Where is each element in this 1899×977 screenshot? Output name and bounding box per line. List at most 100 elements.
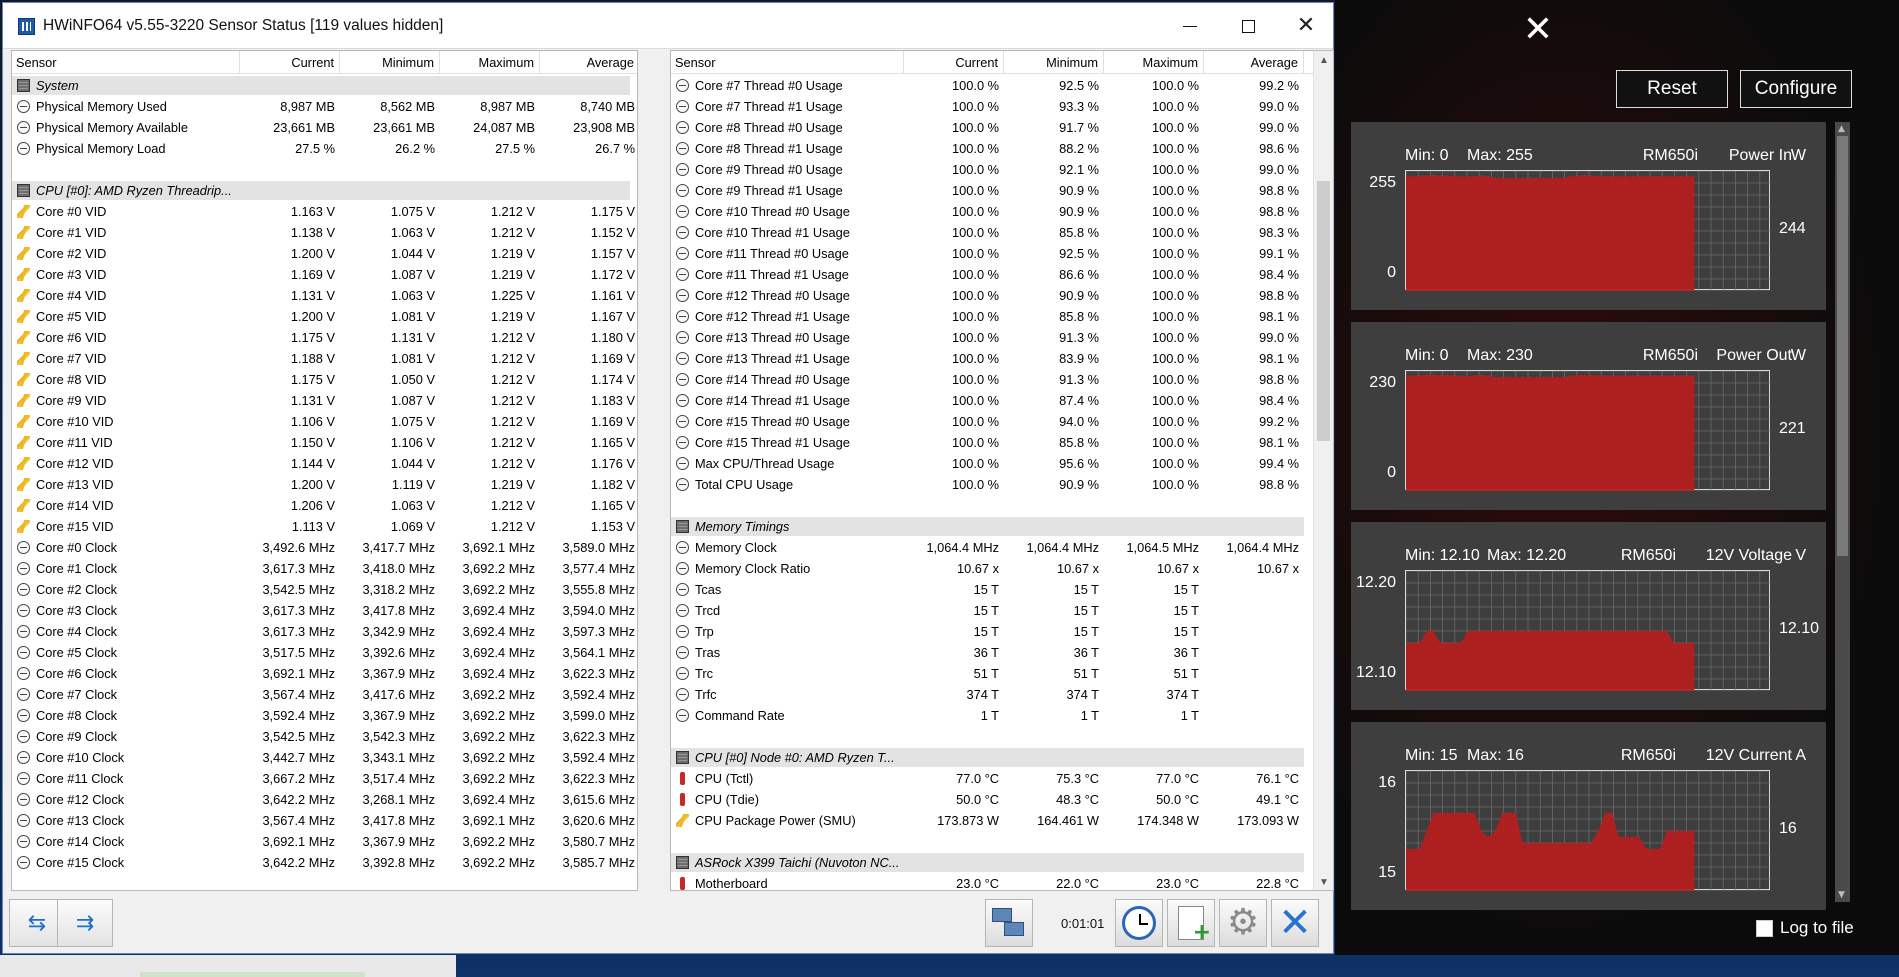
sensor-row[interactable]: Core #3 Clock 3,617.3 MHz 3,417.8 MHz 3,692… <box>12 600 637 621</box>
sensor-row[interactable]: Core #15 Thread #1 Usage 100.0 % 85.8 % 100… <box>671 432 1333 453</box>
sensor-row[interactable]: Core #15 VID 1.113 V 1.069 V 1.212 V 1.153 V <box>12 516 637 537</box>
sensor-row[interactable]: Core #8 Thread #0 Usage 100.0 % 91.7 % 100.… <box>671 117 1333 138</box>
col-maximum[interactable]: Maximum <box>440 51 540 74</box>
sensor-row[interactable]: Core #12 Thread #1 Usage 100.0 % 85.8 % 100… <box>671 306 1333 327</box>
sensor-row[interactable]: Core #11 Clock 3,667.2 MHz 3,517.4 MHz 3,69… <box>12 768 637 789</box>
sensor-graph-card[interactable]: Min: 12.10 Max: 12.20 RM650i 12V Voltage V 12… <box>1351 522 1826 710</box>
sensor-row[interactable]: Core #14 Thread #0 Usage 100.0 % 91.3 % 100… <box>671 369 1333 390</box>
sensor-row[interactable]: Core #15 Clock 3,642.2 MHz 3,392.8 MHz 3,69… <box>12 852 637 873</box>
sensor-row[interactable]: Core #12 VID 1.144 V 1.044 V 1.212 V 1.176 V <box>12 453 637 474</box>
sensor-row[interactable]: Core #3 VID 1.169 V 1.087 V 1.219 V 1.172 V <box>12 264 637 285</box>
sensor-table-right[interactable]: Sensor Current Minimum Maximum Average C… <box>670 50 1334 891</box>
sensor-row[interactable]: Core #12 Clock 3,642.2 MHz 3,268.1 MHz 3,69… <box>12 789 637 810</box>
panel-close-icon[interactable]: ✕ <box>1513 10 1563 50</box>
sensor-row[interactable]: Total CPU Usage 100.0 % 90.9 % 100.0 % 98.8 … <box>671 474 1333 495</box>
sensor-row[interactable]: Max CPU/Thread Usage 100.0 % 95.6 % 100.0 %… <box>671 453 1333 474</box>
sensor-row[interactable]: Core #8 VID 1.175 V 1.050 V 1.212 V 1.174 V <box>12 369 637 390</box>
sensor-row[interactable]: Tcas 15 T 15 T 15 T <box>671 579 1333 600</box>
sensor-row[interactable]: Core #11 VID 1.150 V 1.106 V 1.212 V 1.165 V <box>12 432 637 453</box>
sensor-row[interactable]: Core #2 VID 1.200 V 1.044 V 1.219 V 1.157 V <box>12 243 637 264</box>
vertical-scrollbar[interactable]: ▲ ▼ <box>1313 51 1333 890</box>
sensor-row[interactable]: Memory Clock Ratio 10.67 x 10.67 x 10.67 x 1… <box>671 558 1333 579</box>
sensor-row[interactable]: Core #13 Clock 3,567.4 MHz 3,417.8 MHz 3,69… <box>12 810 637 831</box>
sensor-group-header[interactable]: System <box>12 75 637 96</box>
reset-button[interactable]: Reset <box>1616 70 1728 108</box>
sensor-row[interactable]: Core #11 Thread #1 Usage 100.0 % 86.6 % 100… <box>671 264 1333 285</box>
close-button[interactable]: ✕ <box>1277 3 1335 49</box>
sensor-row[interactable]: Command Rate 1 T 1 T 1 T <box>671 705 1333 726</box>
sensor-row[interactable]: Physical Memory Available 23,661 MB 23,661… <box>12 117 637 138</box>
col-maximum[interactable]: Maximum <box>1104 51 1204 74</box>
graph-scrollbar[interactable]: ▲ ▼ <box>1835 122 1850 902</box>
col-sensor[interactable]: Sensor <box>12 51 240 74</box>
collapse-columns-button[interactable]: ⇉ <box>57 899 113 947</box>
sensor-row[interactable]: Core #10 Thread #1 Usage 100.0 % 85.8 % 100… <box>671 222 1333 243</box>
sensor-row[interactable]: Core #6 Clock 3,692.1 MHz 3,367.9 MHz 3,692… <box>12 663 637 684</box>
sensor-row[interactable]: Core #10 Clock 3,442.7 MHz 3,343.1 MHz 3,69… <box>12 747 637 768</box>
sensor-row[interactable]: Core #9 VID 1.131 V 1.087 V 1.212 V 1.183 V <box>12 390 637 411</box>
reset-timer-button[interactable] <box>1115 899 1163 947</box>
sensor-row[interactable]: Physical Memory Load 27.5 % 26.2 % 27.5 % 26… <box>12 138 637 159</box>
sensor-row[interactable]: Core #7 Thread #1 Usage 100.0 % 93.3 % 100.… <box>671 96 1333 117</box>
scroll-down-icon[interactable]: ▼ <box>1838 890 1845 900</box>
sensor-row[interactable]: Core #12 Thread #0 Usage 100.0 % 90.9 % 100… <box>671 285 1333 306</box>
sensor-row[interactable]: Core #14 Clock 3,692.1 MHz 3,367.9 MHz 3,69… <box>12 831 637 852</box>
sensor-row[interactable]: Core #6 VID 1.175 V 1.131 V 1.212 V 1.180 V <box>12 327 637 348</box>
settings-button[interactable]: ⚙ <box>1219 899 1267 947</box>
title-bar[interactable]: HWiNFO64 v5.55-3220 Sensor Status [119 v… <box>3 3 1333 49</box>
network-button[interactable] <box>985 899 1033 947</box>
sensor-row[interactable]: Motherboard 23.0 °C 22.0 °C 23.0 °C 22.8 °C <box>671 873 1333 890</box>
sensor-row[interactable]: Core #0 Clock 3,492.6 MHz 3,417.7 MHz 3,692… <box>12 537 637 558</box>
scroll-up-icon[interactable]: ▲ <box>1319 55 1329 66</box>
scroll-up-icon[interactable]: ▲ <box>1838 124 1845 134</box>
sensor-row[interactable]: Core #8 Clock 3,592.4 MHz 3,367.9 MHz 3,692… <box>12 705 637 726</box>
sensor-row[interactable]: CPU Package Power (SMU) 173.873 W 164.461 … <box>671 810 1333 831</box>
sensor-row[interactable]: Core #11 Thread #0 Usage 100.0 % 92.5 % 100… <box>671 243 1333 264</box>
logging-button[interactable] <box>1167 899 1215 947</box>
scroll-down-icon[interactable]: ▼ <box>1319 877 1329 888</box>
sensor-row[interactable]: Core #4 VID 1.131 V 1.063 V 1.225 V 1.161 V <box>12 285 637 306</box>
sensor-graph-card[interactable]: Min: 0 Max: 255 RM650i Power In W 255 0 244 <box>1351 122 1826 310</box>
sensor-group-header[interactable]: ASRock X399 Taichi (Nuvoton NC... <box>671 852 1333 873</box>
col-current[interactable]: Current <box>904 51 1004 74</box>
sensor-row[interactable]: CPU (Tctl) 77.0 °C 75.3 °C 77.0 °C 76.1 °C <box>671 768 1333 789</box>
sensor-row[interactable]: Core #4 Clock 3,617.3 MHz 3,342.9 MHz 3,692… <box>12 621 637 642</box>
col-minimum[interactable]: Minimum <box>1004 51 1104 74</box>
scroll-thumb[interactable] <box>1317 181 1330 441</box>
maximize-button[interactable] <box>1219 3 1277 49</box>
sensor-group-header[interactable]: CPU [#0]: AMD Ryzen Threadrip... <box>12 180 637 201</box>
sensor-row[interactable]: Core #13 Thread #1 Usage 100.0 % 83.9 % 100… <box>671 348 1333 369</box>
sensor-row[interactable]: Core #0 VID 1.163 V 1.075 V 1.212 V 1.175 V <box>12 201 637 222</box>
sensor-row[interactable]: Core #9 Thread #1 Usage 100.0 % 90.9 % 100.… <box>671 180 1333 201</box>
sensor-row[interactable]: Core #1 Clock 3,617.3 MHz 3,418.0 MHz 3,692… <box>12 558 637 579</box>
minimize-button[interactable] <box>1161 3 1219 49</box>
sensor-row[interactable]: Core #5 VID 1.200 V 1.081 V 1.219 V 1.167 V <box>12 306 637 327</box>
sensor-group-header[interactable]: Memory Timings <box>671 516 1333 537</box>
sensor-graph-card[interactable]: Min: 15 Max: 16 RM650i 12V Current A 16 15 16 <box>1351 722 1826 910</box>
col-current[interactable]: Current <box>240 51 340 74</box>
log-to-file-checkbox[interactable] <box>1756 920 1773 937</box>
sensor-row[interactable]: Trfc 374 T 374 T 374 T <box>671 684 1333 705</box>
sensor-row[interactable]: Core #9 Clock 3,542.5 MHz 3,542.3 MHz 3,692… <box>12 726 637 747</box>
sensor-row[interactable]: Trp 15 T 15 T 15 T <box>671 621 1333 642</box>
sensor-row[interactable]: Core #7 Clock 3,567.4 MHz 3,417.6 MHz 3,692… <box>12 684 637 705</box>
col-average[interactable]: Average <box>1204 51 1304 74</box>
sensor-row[interactable]: Trcd 15 T 15 T 15 T <box>671 600 1333 621</box>
col-average[interactable]: Average <box>540 51 637 74</box>
close-sensors-button[interactable]: ✕ <box>1271 899 1319 947</box>
sensor-row[interactable]: Core #14 VID 1.206 V 1.063 V 1.212 V 1.165 V <box>12 495 637 516</box>
sensor-row[interactable]: Core #13 Thread #0 Usage 100.0 % 91.3 % 100… <box>671 327 1333 348</box>
sensor-row[interactable]: Physical Memory Used 8,987 MB 8,562 MB 8,98… <box>12 96 637 117</box>
sensor-row[interactable]: Core #1 VID 1.138 V 1.063 V 1.212 V 1.152 V <box>12 222 637 243</box>
sensor-row[interactable]: Core #13 VID 1.200 V 1.119 V 1.219 V 1.182 V <box>12 474 637 495</box>
sensor-row[interactable]: Core #5 Clock 3,517.5 MHz 3,392.6 MHz 3,692… <box>12 642 637 663</box>
sensor-graph-card[interactable]: Min: 0 Max: 230 RM650i Power Out W 230 0 221 <box>1351 322 1826 510</box>
sensor-table-left[interactable]: Sensor Current Minimum Maximum Average S… <box>11 50 638 891</box>
scroll-thumb[interactable] <box>1837 136 1848 556</box>
col-minimum[interactable]: Minimum <box>340 51 440 74</box>
sensor-row[interactable]: Core #8 Thread #1 Usage 100.0 % 88.2 % 100.… <box>671 138 1333 159</box>
configure-button[interactable]: Configure <box>1740 70 1852 108</box>
sensor-row[interactable]: Core #7 Thread #0 Usage 100.0 % 92.5 % 100.… <box>671 75 1333 96</box>
sensor-row[interactable]: Memory Clock 1,064.4 MHz 1,064.4 MHz 1,064.… <box>671 537 1333 558</box>
sensor-row[interactable]: Core #2 Clock 3,542.5 MHz 3,318.2 MHz 3,692… <box>12 579 637 600</box>
